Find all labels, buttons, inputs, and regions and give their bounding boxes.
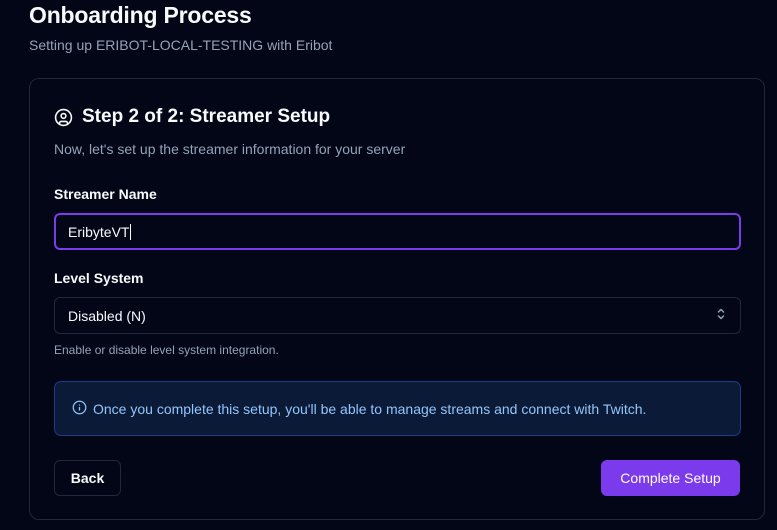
- streamer-name-input[interactable]: EribyteVT: [54, 213, 741, 250]
- info-icon: [72, 400, 87, 418]
- user-circle-icon: [54, 108, 73, 127]
- level-system-help: Enable or disable level system integrati…: [54, 343, 279, 357]
- step-title: Step 2 of 2: Streamer Setup: [82, 106, 331, 127]
- page-title: Onboarding Process: [29, 2, 252, 28]
- level-system-label: Level System: [54, 270, 144, 286]
- level-system-select[interactable]: Disabled (N): [54, 297, 741, 334]
- onboarding-card: Step 2 of 2: Streamer Setup Now, let's s…: [29, 78, 765, 520]
- alert-text: Once you complete this setup, you'll be …: [93, 400, 647, 417]
- complete-setup-button[interactable]: Complete Setup: [601, 460, 740, 496]
- back-button[interactable]: Back: [54, 460, 121, 496]
- streamer-name-label: Streamer Name: [54, 186, 157, 202]
- page-subtitle: Setting up ERIBOT-LOCAL-TESTING with Eri…: [29, 37, 333, 53]
- step-description: Now, let's set up the streamer informati…: [54, 141, 406, 157]
- text-caret: [130, 223, 132, 240]
- level-system-value: Disabled (N): [68, 307, 146, 324]
- info-alert: Once you complete this setup, you'll be …: [54, 381, 741, 436]
- chevrons-up-down-icon: [716, 307, 726, 324]
- streamer-name-value: EribyteVT: [68, 223, 130, 240]
- card-header: Step 2 of 2: Streamer Setup: [54, 106, 330, 128]
